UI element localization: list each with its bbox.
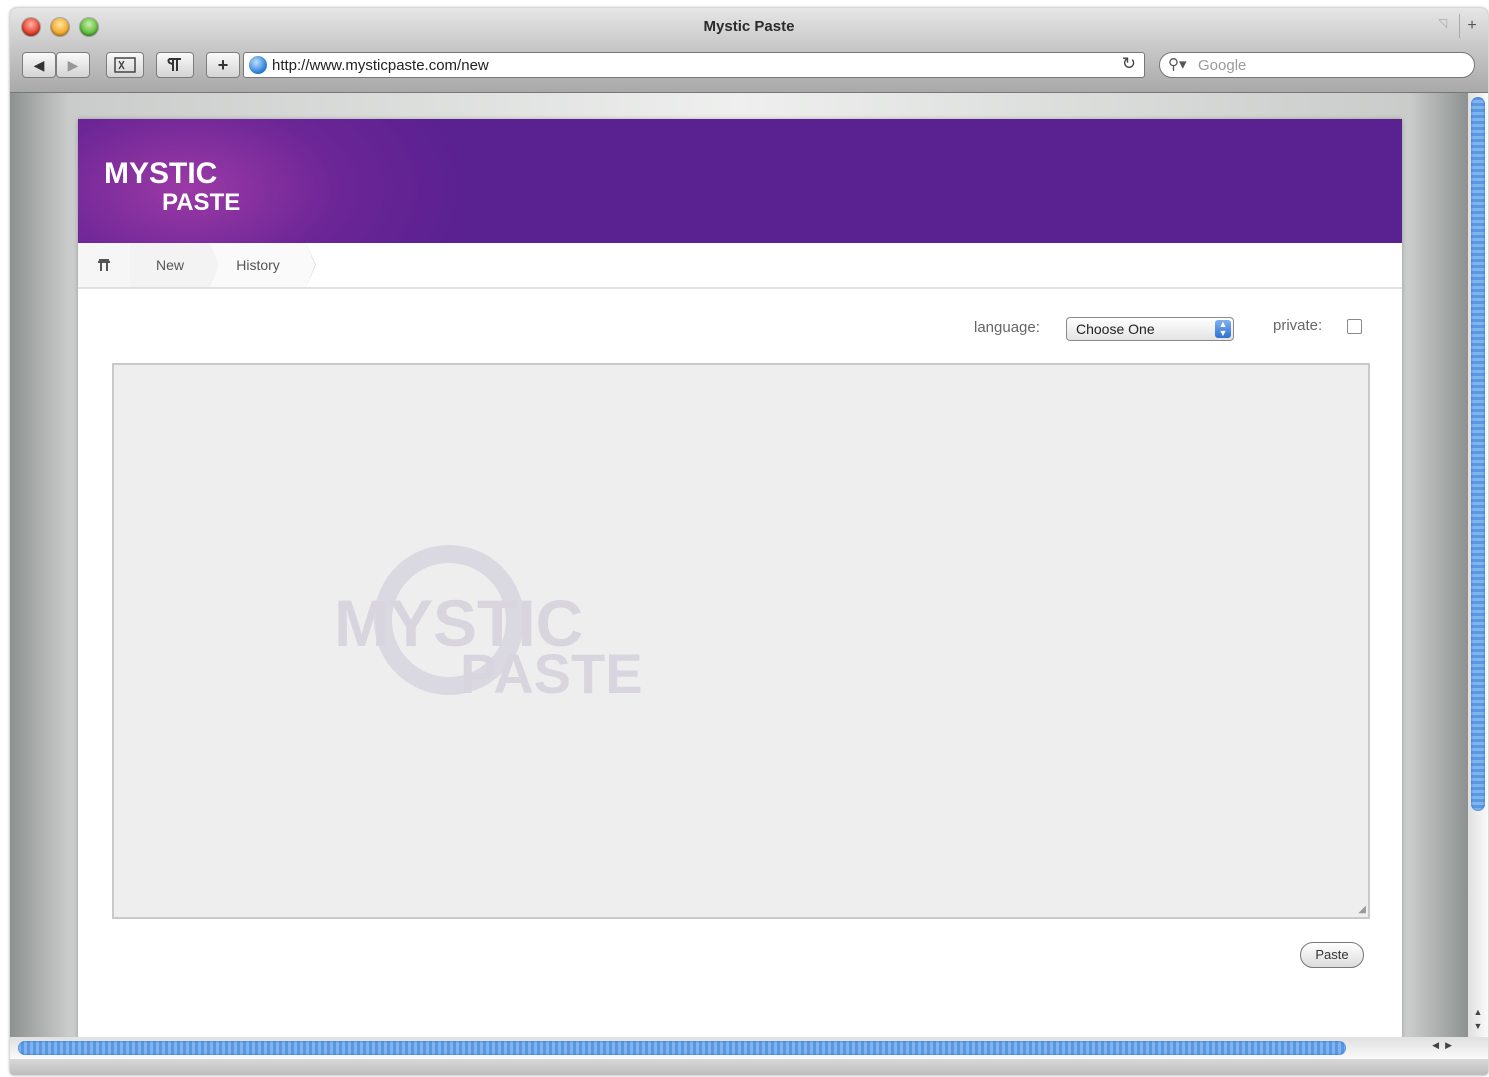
browser-toolbar: ◀ ▶ + http://www.mysticpaste.com/new ↻ ⚲… bbox=[10, 46, 1488, 93]
browser-window: Mystic Paste ◹ + ◀ ▶ + http://www.mystic… bbox=[10, 8, 1488, 1075]
logo-mystic[interactable]: MYSTIC bbox=[104, 157, 217, 191]
back-button[interactable]: ◀ bbox=[22, 52, 56, 78]
vertical-scroll-thumb[interactable] bbox=[1471, 97, 1485, 811]
search-field[interactable]: ⚲▾ Google bbox=[1159, 52, 1475, 78]
paste-textarea[interactable]: MYSTIC PASTE ◢ bbox=[112, 363, 1370, 919]
back-arrow-icon: ◀ bbox=[33, 57, 45, 73]
bookmark-button[interactable] bbox=[156, 52, 194, 78]
private-checkbox[interactable] bbox=[1347, 319, 1362, 334]
logo-paste[interactable]: PASTE bbox=[162, 189, 240, 217]
plus-icon: + bbox=[217, 55, 229, 75]
breadcrumb-nav: New History bbox=[78, 243, 1402, 289]
home-icon bbox=[98, 259, 110, 271]
horizontal-scrollbar[interactable]: ◀▶ bbox=[10, 1037, 1488, 1059]
globe-icon bbox=[249, 56, 267, 74]
forward-button[interactable]: ▶ bbox=[56, 52, 90, 78]
url-text[interactable]: http://www.mysticpaste.com/new bbox=[272, 57, 489, 74]
status-bar bbox=[10, 1059, 1488, 1075]
nav-item-new-label: New bbox=[155, 257, 184, 273]
pilcrow-icon bbox=[167, 58, 181, 71]
webclip-icon bbox=[114, 57, 136, 73]
horizontal-scroll-thumb[interactable] bbox=[18, 1041, 1346, 1055]
vertical-scroll-arrows[interactable]: ▲ ▼ bbox=[1471, 1005, 1485, 1033]
language-select-value: Choose One bbox=[1076, 321, 1155, 337]
horizontal-scroll-arrows[interactable]: ◀▶ bbox=[1432, 1040, 1458, 1051]
private-label: private: bbox=[1273, 317, 1323, 334]
resize-grip-icon[interactable]: ◢ bbox=[1358, 904, 1366, 915]
watermark-line2: PASTE bbox=[460, 642, 643, 705]
nav-item-history[interactable]: History bbox=[210, 243, 316, 287]
reload-icon[interactable]: ↻ bbox=[1122, 54, 1136, 74]
language-select[interactable]: Choose One ▲ ▼ bbox=[1066, 317, 1234, 341]
nav-item-new[interactable]: New bbox=[130, 243, 220, 287]
nav-item-history-label: History bbox=[236, 257, 280, 273]
toolbar-toggle-icon[interactable]: ◹ bbox=[1438, 16, 1454, 32]
add-bookmark-button[interactable]: + bbox=[206, 52, 240, 78]
site-header-banner: MYSTIC PASTE bbox=[78, 119, 1402, 243]
vertical-scrollbar[interactable]: ▲ ▼ bbox=[1468, 93, 1488, 1037]
forward-arrow-icon: ▶ bbox=[67, 57, 79, 73]
web-page: MYSTIC PASTE New History language: Choos… bbox=[78, 119, 1402, 1037]
snapback-button[interactable] bbox=[106, 52, 144, 78]
window-title: Mystic Paste bbox=[703, 18, 795, 35]
language-label: language: bbox=[974, 319, 1040, 336]
new-tab-button[interactable]: + bbox=[1459, 14, 1484, 38]
nav-home[interactable] bbox=[78, 243, 140, 287]
select-arrows-icon: ▲ ▼ bbox=[1215, 320, 1231, 338]
page-viewport: MYSTIC PASTE New History language: Choos… bbox=[10, 93, 1468, 1037]
search-placeholder: Google bbox=[1198, 57, 1247, 74]
paste-button[interactable]: Paste bbox=[1300, 942, 1364, 968]
title-bar: Mystic Paste ◹ + bbox=[10, 8, 1488, 46]
watermark-logo: MYSTIC PASTE bbox=[334, 545, 643, 715]
address-bar[interactable]: http://www.mysticpaste.com/new ↻ bbox=[243, 52, 1145, 78]
search-icon: ⚲▾ bbox=[1168, 56, 1187, 73]
